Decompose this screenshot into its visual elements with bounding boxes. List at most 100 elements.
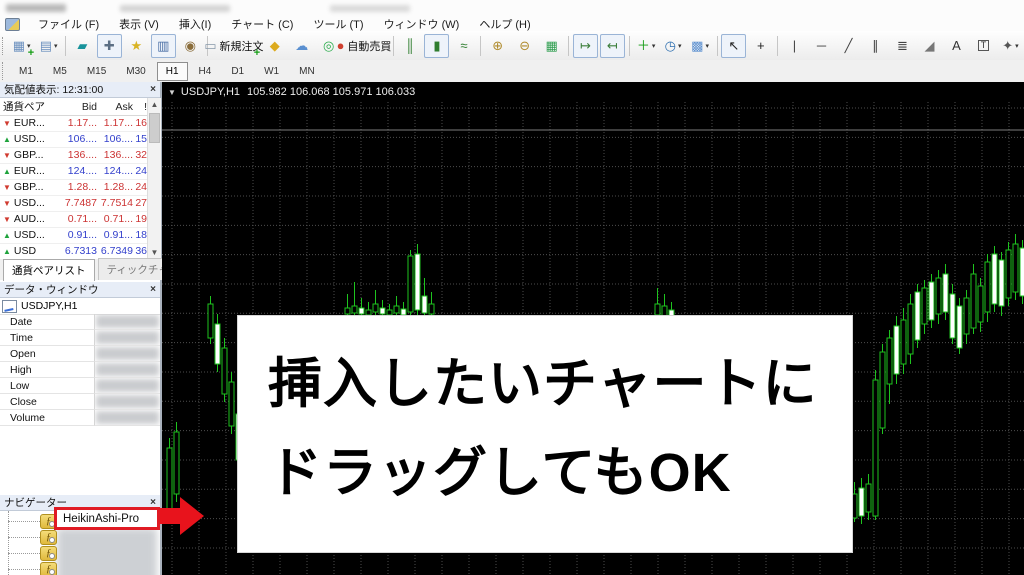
scroll-up-icon[interactable]: ▲ xyxy=(148,98,161,111)
market-watch-row[interactable]: ▲EUR...124....124....24 xyxy=(0,163,147,180)
toolbar-separator xyxy=(717,36,718,56)
terminal-toggle-button[interactable]: ▥ xyxy=(151,34,176,58)
new-order-button[interactable]: ▭+新規注文 xyxy=(212,34,261,58)
down-arrow-icon: ▼ xyxy=(3,119,11,128)
dropdown-caret-icon[interactable]: ▾ xyxy=(678,42,682,50)
timeframe-mn-button[interactable]: MN xyxy=(290,62,324,81)
templates-list-button[interactable]: ▩▾ xyxy=(688,34,713,58)
horizontal-line-tool-button[interactable]: ─ xyxy=(809,34,834,58)
market-watch-row[interactable]: ▲USD...0.91...0.91...18 xyxy=(0,227,147,244)
timeframe-h1-button[interactable]: H1 xyxy=(157,62,188,81)
menu-item-view[interactable]: 表示 (V) xyxy=(109,16,169,32)
community-button[interactable]: ☁ xyxy=(289,34,314,58)
periods-list-button[interactable]: ◷▾ xyxy=(661,34,686,58)
timeframe-m1-button[interactable]: M1 xyxy=(10,62,42,81)
fibonacci-fan-tool-button[interactable]: ◢ xyxy=(917,34,942,58)
bid-cell: 0.91... xyxy=(57,229,97,241)
tab-symbol-list[interactable]: 通貨ペアリスト xyxy=(3,259,95,281)
candlestick xyxy=(887,338,892,384)
market-watch-row[interactable]: ▼GBP...136....136....32 xyxy=(0,147,147,164)
navigator-indicator-item[interactable]: ƒ xyxy=(0,545,160,561)
spread-cell: 27 xyxy=(133,197,147,209)
new-chart-button[interactable]: ▦+▾ xyxy=(9,34,34,58)
timeframe-m15-button[interactable]: M15 xyxy=(78,62,115,81)
left-dock-panel: 気配値表示: 12:31:00 × 通貨ペア Bid Ask ! ▼EUR...… xyxy=(0,82,162,575)
down-arrow-icon: ▼ xyxy=(3,183,11,192)
timeframe-m5-button[interactable]: M5 xyxy=(44,62,76,81)
column-pair[interactable]: 通貨ペア xyxy=(0,99,57,114)
spread-cell: 16 xyxy=(133,117,147,129)
zoom-out-button[interactable]: ⊖ xyxy=(512,34,537,58)
cursor-tool-button[interactable]: ↖ xyxy=(721,34,746,58)
market-watch-row[interactable]: ▼GBP...1.28...1.28...24 xyxy=(0,179,147,196)
timeframe-h4-button[interactable]: H4 xyxy=(190,62,221,81)
market-watch-toggle-button[interactable]: ▰ xyxy=(70,34,95,58)
arrows-tool-icon: ✦ xyxy=(1002,39,1013,52)
column-spread[interactable]: ! xyxy=(133,101,147,113)
ask-cell: 0.91... xyxy=(97,229,133,241)
market-watch-row[interactable]: ▼USD...7.74877.751427 xyxy=(0,195,147,212)
strategy-tester-toggle-button[interactable]: ◉ xyxy=(178,34,203,58)
auto-scroll-button[interactable]: ↦ xyxy=(573,34,598,58)
equidistant-channel-tool-button[interactable]: ∥ xyxy=(863,34,888,58)
market-watch-scrollbar[interactable]: ▲ ▼ xyxy=(147,98,161,259)
menu-item-file[interactable]: ファイル (F) xyxy=(28,16,109,32)
indicators-list-button[interactable]: ＋▾ xyxy=(634,34,659,58)
navigator-toggle-button[interactable]: ★ xyxy=(124,34,149,58)
toolbar-separator xyxy=(480,36,481,56)
profiles-button[interactable]: ▤▾ xyxy=(36,34,61,58)
pair-cell: ▼GBP... xyxy=(0,149,57,161)
toolbar-grip[interactable] xyxy=(2,62,6,80)
autotrading-button[interactable]: ●自動売買 xyxy=(343,34,389,58)
bid-cell: 1.28... xyxy=(57,181,97,193)
market-watch-row[interactable]: ▲USD...106....106....15 xyxy=(0,131,147,148)
ask-cell: 124.... xyxy=(97,165,133,177)
text-label-tool-button[interactable]: T xyxy=(971,34,996,58)
mt4-application-window: ファイル (F)表示 (V)挿入(I)チャート (C)ツール (T)ウィンドウ … xyxy=(0,0,1024,575)
close-icon[interactable]: × xyxy=(150,284,156,295)
bar-chart-mode-button[interactable]: ║ xyxy=(397,34,422,58)
chart-ohlc-quotes: 105.982 106.068 105.971 106.033 xyxy=(247,86,415,98)
candlestick xyxy=(408,256,413,312)
trendline-tool-button[interactable]: ╱ xyxy=(836,34,861,58)
menu-item-tools[interactable]: ツール (T) xyxy=(303,16,373,32)
text-tool-button[interactable]: A xyxy=(944,34,969,58)
field-label-date: Date xyxy=(0,314,95,330)
candlestick-mode-button[interactable]: ▮ xyxy=(424,34,449,58)
column-bid[interactable]: Bid xyxy=(57,101,97,113)
crosshair-tool-button[interactable]: + xyxy=(748,34,773,58)
data-window-toggle-button[interactable]: ✚ xyxy=(97,34,122,58)
candlestick xyxy=(978,286,983,322)
navigator-indicator-item[interactable]: ƒ xyxy=(0,561,160,575)
tile-windows-button[interactable]: ▦ xyxy=(539,34,564,58)
chart-shift-button[interactable]: ↤ xyxy=(600,34,625,58)
dropdown-caret-icon[interactable]: ▾ xyxy=(54,42,58,50)
column-ask[interactable]: Ask xyxy=(97,101,133,113)
dropdown-caret-icon[interactable]: ▾ xyxy=(1015,42,1019,50)
market-watch-row[interactable]: ▼EUR...1.17...1.17...16 xyxy=(0,115,147,132)
chevron-down-icon[interactable]: ▼ xyxy=(168,88,176,97)
bid-cell: 106.... xyxy=(57,133,97,145)
dropdown-caret-icon[interactable]: ▾ xyxy=(652,42,656,50)
timeframe-m30-button[interactable]: M30 xyxy=(117,62,154,81)
timeframe-w1-button[interactable]: W1 xyxy=(255,62,288,81)
arrows-tool-button[interactable]: ✦▾ xyxy=(998,34,1023,58)
menu-item-charts[interactable]: チャート (C) xyxy=(221,16,303,32)
market-watch-row[interactable]: ▼AUD...0.71...0.71...19 xyxy=(0,211,147,228)
toolbar-grip[interactable] xyxy=(2,37,5,55)
zoom-in-button[interactable]: ⊕ xyxy=(485,34,510,58)
navigator-indicator-item[interactable]: ƒ xyxy=(0,529,160,545)
close-icon[interactable]: × xyxy=(150,84,156,95)
custom-indicator-icon: ƒ xyxy=(40,530,57,545)
line-chart-mode-button[interactable]: ≈ xyxy=(451,34,476,58)
menu-item-insert[interactable]: 挿入(I) xyxy=(169,16,221,32)
navigator-item-heikinashi-pro[interactable]: HeikinAshi-Pro xyxy=(54,507,160,530)
scroll-thumb[interactable] xyxy=(149,113,160,143)
menu-item-window[interactable]: ウィンドウ (W) xyxy=(374,16,470,32)
metaeditor-button[interactable]: ◆ xyxy=(262,34,287,58)
menu-item-help[interactable]: ヘルプ (H) xyxy=(469,16,540,32)
dropdown-caret-icon[interactable]: ▾ xyxy=(705,42,709,50)
fibonacci-retracement-tool-button[interactable]: ≣ xyxy=(890,34,915,58)
vertical-line-tool-button[interactable]: | xyxy=(782,34,807,58)
timeframe-d1-button[interactable]: D1 xyxy=(222,62,253,81)
